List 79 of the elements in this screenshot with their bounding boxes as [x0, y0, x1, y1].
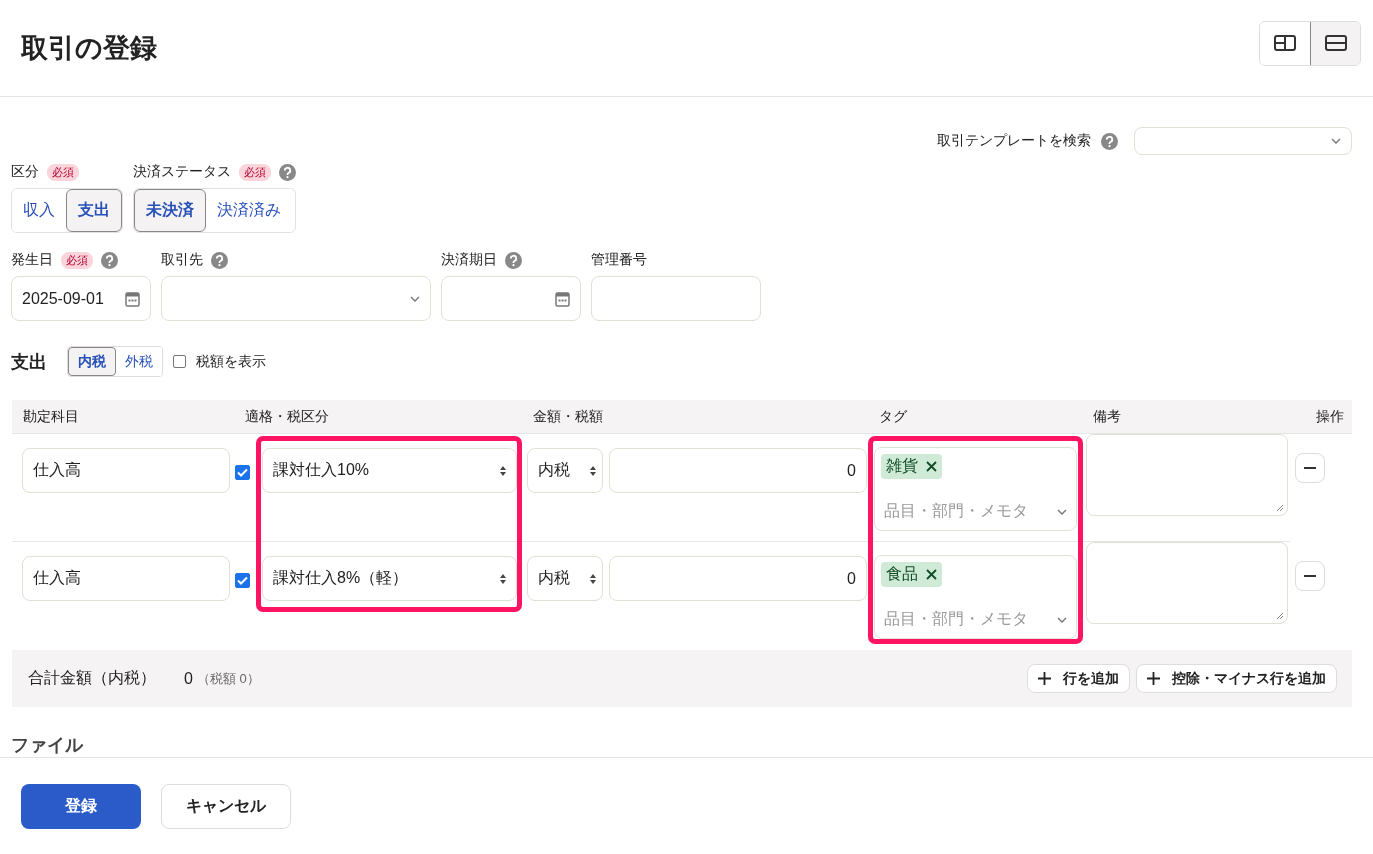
chevron-down-icon [1331, 138, 1341, 144]
checkbox[interactable] [235, 573, 250, 588]
chevron-down-icon [410, 295, 420, 302]
field-label: 区分 [11, 163, 39, 181]
required-badge: 必須 [239, 163, 271, 181]
minus-icon [1304, 575, 1316, 577]
chevron-down-icon [1057, 508, 1067, 515]
tax-category-select[interactable]: 課対仕入10% [262, 448, 517, 493]
field-label: 決済期日 [441, 251, 497, 269]
plus-icon [1147, 672, 1160, 685]
field-label: 決済ステータス [133, 163, 231, 181]
calendar-icon[interactable] [125, 290, 140, 307]
cancel-button[interactable]: キャンセル [161, 783, 291, 829]
required-badge: 必須 [61, 251, 93, 269]
add-row-button[interactable]: 控除・マイナス行を追加 [1136, 664, 1337, 693]
segment-option[interactable]: 未決済 [134, 189, 206, 232]
column-header: 金額・税額 [532, 408, 604, 426]
submit-button[interactable]: 登録 [21, 783, 141, 829]
column-header: 備考 [1092, 408, 1122, 426]
template-search-label: 取引テンプレートを検索 [937, 132, 1091, 150]
checkbox[interactable] [235, 465, 250, 480]
select-field[interactable] [161, 276, 431, 321]
field-label: 取引先 [161, 251, 203, 269]
tag-chip: 食品 [881, 562, 942, 587]
field-label: 発生日 [11, 251, 53, 269]
tax-note: （税額 0） [196, 669, 260, 688]
resize-handle-icon[interactable] [1276, 504, 1284, 512]
sort-arrows-icon [500, 465, 506, 476]
column-header: 適格・税区分 [244, 408, 330, 426]
total-amount: 0 [184, 669, 193, 688]
sort-arrows-icon [500, 573, 506, 584]
tax-mode-select[interactable]: 内税 [527, 556, 603, 601]
required-badge: 必須 [47, 163, 79, 181]
calendar-icon[interactable] [555, 290, 570, 307]
tax-category-select[interactable]: 課対仕入8%（軽） [262, 556, 517, 601]
section-title: 支出 [11, 350, 47, 374]
memo-field[interactable] [1086, 542, 1288, 624]
account-field[interactable]: 仕入高 [22, 448, 230, 493]
section-title: ファイル [11, 734, 85, 757]
sort-arrows-icon [590, 465, 596, 476]
total-label: 合計金額（内税） [28, 668, 156, 688]
tax-mode-select[interactable]: 内税 [527, 448, 603, 493]
help-icon[interactable] [1101, 132, 1118, 150]
resize-handle-icon[interactable] [1276, 612, 1284, 620]
field-label: 管理番号 [591, 251, 647, 269]
help-icon[interactable] [505, 251, 522, 269]
remove-row-button[interactable] [1295, 453, 1325, 483]
segment-option[interactable]: 支出 [66, 189, 122, 232]
input-field[interactable] [591, 276, 761, 321]
chevron-down-icon [1057, 616, 1067, 623]
plus-icon [1038, 672, 1051, 685]
layout-toggle-button[interactable] [1310, 21, 1360, 65]
column-header: 勘定科目 [22, 408, 80, 426]
split-layout-icon [1274, 35, 1296, 51]
page-title: 取引の登録 [21, 32, 157, 65]
tax-mode-option[interactable]: 内税 [68, 347, 116, 376]
date-field[interactable]: 2025-09-01 [11, 276, 151, 321]
column-header: 操作 [1316, 408, 1345, 426]
tag-field[interactable]: 雑貨 品目・部門・メモタ [874, 447, 1077, 531]
remove-row-button[interactable] [1295, 561, 1325, 591]
checkbox-label: 税額を表示 [196, 352, 266, 371]
amount-field[interactable]: 0 [609, 448, 867, 493]
stacked-layout-icon [1324, 35, 1347, 51]
tag-chip: 雑貨 [881, 454, 942, 479]
column-header: タグ [878, 408, 908, 426]
help-icon[interactable] [101, 251, 118, 269]
close-icon[interactable] [926, 569, 937, 580]
amount-field[interactable]: 0 [609, 556, 867, 601]
help-icon[interactable] [279, 163, 296, 181]
tag-field[interactable]: 食品 品目・部門・メモタ [874, 555, 1077, 639]
close-icon[interactable] [926, 461, 937, 472]
memo-field[interactable] [1086, 434, 1288, 516]
checkbox[interactable] [173, 355, 186, 368]
minus-icon [1304, 467, 1316, 469]
help-icon[interactable] [211, 251, 228, 269]
account-field[interactable]: 仕入高 [22, 556, 230, 601]
sort-arrows-icon [590, 573, 596, 584]
date-field[interactable] [441, 276, 581, 321]
add-row-button[interactable]: 行を追加 [1027, 664, 1130, 693]
